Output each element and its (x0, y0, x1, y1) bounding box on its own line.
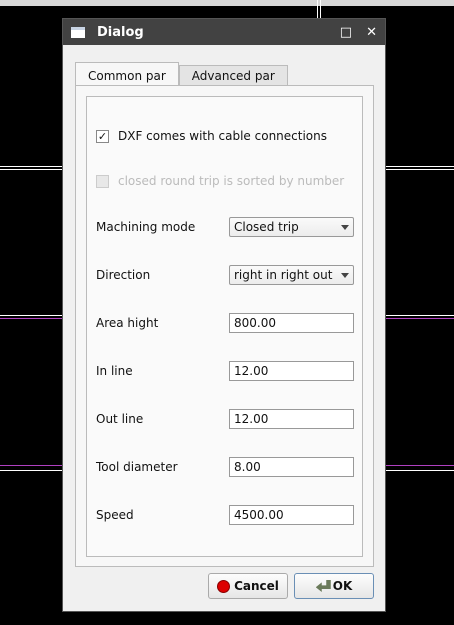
window-title: Dialog (97, 24, 144, 40)
tab-advanced-par[interactable]: Advanced par (178, 65, 288, 86)
sorted-by-number-checkbox: closed round trip is sorted by number (96, 174, 344, 188)
checkbox-box[interactable]: ✓ (96, 129, 109, 143)
in-line-input[interactable]: 12.00 (229, 361, 354, 381)
background-top-bar (0, 0, 454, 6)
tab-pane: ✓ DXF comes with cable connections close… (75, 85, 374, 567)
chevron-down-icon (341, 224, 349, 230)
machining-mode-select[interactable]: Closed trip (229, 217, 354, 237)
direction-value: right in right out (234, 268, 333, 282)
parameters-group: ✓ DXF comes with cable connections close… (86, 96, 363, 557)
maximize-icon[interactable]: □ (340, 25, 352, 40)
dialog-window: Dialog □ ✕ Common par Advanced par ✓ DXF… (62, 18, 386, 612)
background-line (317, 0, 318, 18)
dxf-cable-checkbox[interactable]: ✓ DXF comes with cable connections (96, 129, 327, 143)
machining-mode-label: Machining mode (96, 220, 196, 234)
area-hight-input[interactable]: 800.00 (229, 313, 354, 333)
ok-button[interactable]: OK (294, 573, 374, 599)
in-line-label: In line (96, 364, 133, 378)
title-bar[interactable]: Dialog □ ✕ (63, 19, 385, 45)
machining-mode-value: Closed trip (234, 220, 299, 234)
ok-arrow-icon (315, 580, 331, 592)
checkbox-box (96, 174, 109, 188)
out-line-label: Out line (96, 412, 144, 426)
checkbox-label: closed round trip is sorted by number (118, 174, 345, 188)
ok-label: OK (332, 579, 353, 593)
cancel-icon (217, 579, 231, 593)
direction-select[interactable]: right in right out (229, 265, 354, 285)
out-line-input[interactable]: 12.00 (229, 409, 354, 429)
tool-diameter-input[interactable]: 8.00 (229, 457, 354, 477)
speed-input[interactable]: 4500.00 (229, 505, 354, 525)
tool-diameter-label: Tool diameter (96, 460, 178, 474)
direction-label: Direction (96, 268, 151, 282)
speed-label: Speed (96, 508, 134, 522)
area-hight-label: Area hight (96, 316, 159, 330)
cancel-label: Cancel (234, 579, 279, 593)
cancel-button[interactable]: Cancel (208, 573, 288, 599)
background-line (320, 0, 321, 18)
chevron-down-icon (341, 272, 349, 278)
window-icon (71, 26, 85, 38)
close-icon[interactable]: ✕ (366, 25, 377, 40)
checkbox-label: DXF comes with cable connections (118, 129, 327, 143)
